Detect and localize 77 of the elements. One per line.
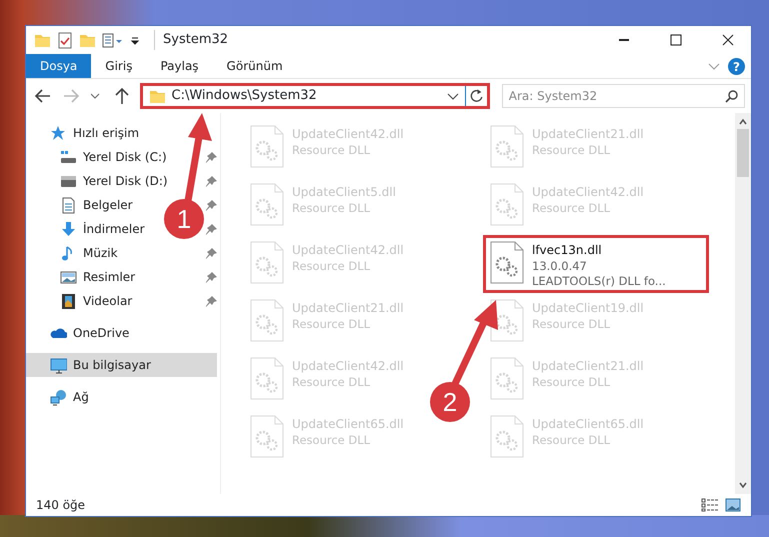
file-description: Resource DLL: [532, 143, 612, 158]
checklist-icon[interactable]: [57, 32, 73, 48]
film-icon: [60, 292, 77, 310]
file-description: Resource DLL: [292, 317, 372, 332]
scroll-up-icon[interactable]: [738, 117, 748, 127]
file-name: UpdateClient21.dll: [532, 126, 644, 143]
network-icon: [50, 388, 67, 406]
file-name: UpdateClient42.dll: [292, 358, 404, 375]
scrollbar-thumb[interactable]: [737, 129, 749, 177]
chevron-down-icon: [91, 93, 100, 99]
file-name: UpdateClient19.dll: [532, 300, 644, 317]
sidebar-item[interactable]: Hızlı erişim: [26, 121, 144, 145]
dll-file-icon: [250, 357, 284, 400]
drive-icon: [60, 148, 77, 166]
address-path: C:\Windows\System32: [172, 87, 318, 106]
file-name: UpdateClient42.dll: [532, 184, 644, 201]
details-view-icon[interactable]: [701, 498, 719, 512]
file-description: Resource DLL: [292, 143, 372, 158]
file-tile[interactable]: lfvec13n.dll 13.0.0.47 LEADTOOLS(r) DLL fo...: [483, 235, 709, 293]
file-name: UpdateClient21.dll: [292, 300, 404, 317]
file-description: Resource DLL: [292, 375, 372, 390]
monitor-icon: [50, 356, 67, 374]
window-title: System32: [154, 30, 228, 50]
star-icon: [50, 124, 67, 142]
dll-file-icon: [250, 183, 284, 226]
address-bar[interactable]: C:\Windows\System32: [140, 83, 490, 109]
sidebar-item[interactable]: Videolar: [26, 289, 136, 313]
dll-file-icon: [490, 183, 524, 226]
file-description: Resource DLL: [532, 433, 612, 448]
ribbon-tab[interactable]: Dosya: [26, 54, 92, 78]
sidebar-item[interactable]: Belgeler: [26, 193, 137, 217]
file-description: LEADTOOLS(r) DLL fo...: [532, 274, 666, 289]
sidebar-item[interactable]: Resimler: [26, 265, 140, 289]
sidebar-item[interactable]: İndirmeler: [26, 217, 149, 241]
dll-file-icon: [250, 299, 284, 342]
file-description: Resource DLL: [292, 433, 372, 448]
dll-file-icon: [490, 241, 524, 284]
item-count: 140 öğe: [36, 497, 86, 514]
file-name: UpdateClient42.dll: [292, 242, 404, 259]
file-name: UpdateClient65.dll: [292, 416, 404, 433]
help-button[interactable]: ?: [728, 58, 745, 75]
dll-file-icon: [490, 357, 524, 400]
scrollbar[interactable]: [735, 113, 751, 494]
sidebar-item[interactable]: Bu bilgisayar: [26, 353, 217, 377]
properties-icon[interactable]: [102, 32, 124, 48]
file-version: 13.0.0.47: [532, 259, 588, 274]
file-description: Resource DLL: [532, 375, 612, 390]
file-name: UpdateClient21.dll: [532, 358, 644, 375]
sidebar-item[interactable]: Müzik: [26, 241, 122, 265]
picture-icon: [60, 268, 77, 286]
sidebar-item[interactable]: OneDrive: [26, 321, 134, 345]
dll-file-icon: [490, 125, 524, 168]
file-description: Resource DLL: [292, 259, 372, 274]
dll-file-icon: [250, 241, 284, 284]
document-icon: [60, 196, 77, 214]
sidebar-item[interactable]: Ağ: [26, 385, 93, 409]
file-name: UpdateClient65.dll: [532, 416, 644, 433]
file-name: lfvec13n.dll: [532, 242, 603, 259]
file-name: UpdateClient42.dll: [292, 126, 404, 143]
file-description: Resource DLL: [532, 317, 612, 332]
dll-file-icon: [490, 415, 524, 458]
search-field[interactable]: Ara: System32: [502, 84, 745, 108]
minimize-icon: [619, 39, 629, 41]
ribbon-tab[interactable]: Görünüm: [212, 54, 297, 78]
dll-file-icon: [250, 125, 284, 168]
sidebar-item[interactable]: Yerel Disk (D:): [26, 169, 172, 193]
ribbon-tab[interactable]: Paylaş: [146, 54, 213, 78]
scroll-down-icon[interactable]: [738, 480, 748, 490]
file-description: Resource DLL: [292, 201, 372, 216]
sidebar-item[interactable]: Yerel Disk (C:): [26, 145, 171, 169]
search-icon: [724, 89, 739, 103]
file-description: Resource DLL: [532, 201, 612, 216]
ribbon-tab[interactable]: Giriş: [91, 54, 146, 78]
dll-file-icon: [250, 415, 284, 458]
down-arrow-icon: [60, 220, 77, 238]
large-icons-view-icon[interactable]: [725, 498, 741, 512]
file-name: UpdateClient5.dll: [292, 184, 396, 201]
